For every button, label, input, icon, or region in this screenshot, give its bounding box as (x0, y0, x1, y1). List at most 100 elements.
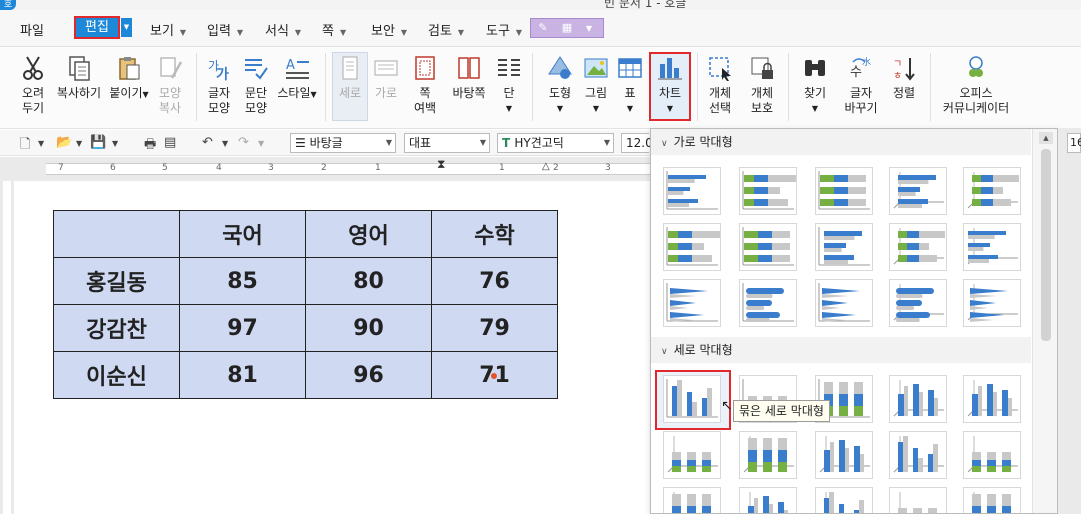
chart-type-option[interactable] (963, 375, 1021, 423)
para-shape-button[interactable]: 문단 모양 (238, 54, 274, 116)
chart-type-option[interactable] (815, 167, 873, 215)
table-cell[interactable]: 96 (305, 351, 432, 399)
font-select[interactable]: T HY견고딕 ▼ (497, 133, 614, 153)
table-cell[interactable]: 76 (431, 257, 558, 305)
shape-button[interactable]: 도형 ▼ (544, 54, 576, 116)
scroll-up-icon[interactable]: ▲ (1039, 132, 1053, 144)
table-cell[interactable]: 79 (431, 304, 558, 352)
office-communicator-button[interactable]: 오피스 커뮤니케이터 (938, 54, 1014, 116)
score-table[interactable]: 국어 영어 수학 홍길동 85 80 76 강감찬 97 90 79 이순신 8… (53, 210, 558, 399)
indent-marker-icon[interactable]: ⧗ (437, 157, 445, 172)
table-cell[interactable]: 81 (179, 351, 306, 399)
menu-tools[interactable]: 도구 ▼ (486, 20, 522, 39)
menu-security[interactable]: 보안 ▼ (371, 20, 407, 39)
sort-button[interactable]: ㄱㅎ 정렬 (888, 54, 920, 101)
chart-type-option[interactable] (889, 431, 947, 479)
chart-type-option[interactable] (889, 223, 947, 271)
chart-type-option[interactable] (739, 431, 797, 479)
chart-type-option[interactable] (663, 487, 721, 513)
menu-insert[interactable]: 입력 ▼ (207, 20, 243, 39)
chart-type-option[interactable] (889, 487, 947, 513)
menu-review[interactable]: 검토 ▼ (428, 20, 464, 39)
new-document-icon[interactable]: 🗋 (20, 135, 30, 157)
columns-button[interactable]: 단 ▼ (495, 54, 523, 116)
edit-view-icon[interactable]: ✎ (531, 19, 555, 37)
table-cell[interactable]: 80 (305, 257, 432, 305)
save-icon[interactable]: 💾 (90, 135, 106, 150)
grid-view-icon[interactable]: ▦ (555, 19, 579, 37)
menu-edit-dropdown[interactable]: ▼ (121, 18, 132, 37)
table-cell[interactable]: 홍길동 (53, 257, 180, 305)
right-size-box[interactable]: 16 (1067, 133, 1081, 153)
menu-edit[interactable]: 편집 (74, 16, 120, 39)
chart-type-option[interactable] (963, 223, 1021, 271)
chart-type-option[interactable] (963, 279, 1021, 327)
table-cell[interactable]: 국어 (179, 210, 306, 258)
table-cell[interactable]: 90 (305, 304, 432, 352)
chart-type-option[interactable] (663, 375, 721, 423)
chart-type-option[interactable] (663, 279, 721, 327)
chart-type-option[interactable] (739, 279, 797, 327)
chart-type-option[interactable] (889, 279, 947, 327)
section-vertical-bar[interactable]: ∨ 세로 막대형 (651, 337, 1031, 363)
table-cell[interactable]: 영어 (305, 210, 432, 258)
view-mode-buttons[interactable]: ✎ ▦ ▼ (530, 18, 604, 38)
scroll-thumb[interactable] (1041, 149, 1051, 341)
chart-type-option[interactable] (889, 167, 947, 215)
table-cell[interactable]: 강감찬 (53, 304, 180, 352)
table-cell[interactable]: 이순신 (53, 351, 180, 399)
chevron-down-icon[interactable]: ▼ (38, 139, 44, 148)
chart-type-option[interactable] (663, 223, 721, 271)
open-folder-icon[interactable]: 📂 (56, 135, 72, 150)
undo-icon[interactable]: ↶ (202, 135, 213, 150)
chart-type-option[interactable] (739, 167, 797, 215)
landscape-button[interactable]: 가로 (370, 54, 402, 101)
picture-button[interactable]: 그림 ▼ (580, 54, 612, 116)
table-cell[interactable] (53, 210, 180, 258)
chevron-down-icon[interactable]: ▼ (579, 20, 599, 38)
print-icon[interactable]: 🖶 (144, 135, 156, 157)
table-cell[interactable]: 97 (179, 304, 306, 352)
table-cell[interactable]: 85 (179, 257, 306, 305)
chart-type-option[interactable] (963, 431, 1021, 479)
chart-type-option[interactable] (889, 375, 947, 423)
language-select[interactable]: 대표 ▼ (404, 133, 490, 153)
table-cell[interactable]: 수학 (431, 210, 558, 258)
chart-button[interactable]: 차트 ▼ (651, 54, 689, 116)
cut-button[interactable]: 오려 두기 (14, 54, 52, 116)
object-protect-button[interactable]: 개체 보호 (744, 54, 780, 116)
font-size-input[interactable]: 12.0 (621, 133, 653, 153)
chart-type-option[interactable] (663, 431, 721, 479)
chart-type-option[interactable] (815, 487, 873, 513)
menu-view[interactable]: 보기 ▼ (150, 20, 186, 39)
page-margin-button[interactable]: 쪽 여백 (408, 54, 442, 116)
chart-type-option[interactable] (815, 279, 873, 327)
portrait-button[interactable]: 세로 (334, 54, 366, 101)
chart-type-option[interactable] (739, 487, 797, 513)
copy-button[interactable]: 복사하기 (56, 54, 102, 101)
chart-type-option[interactable] (739, 223, 797, 271)
style-button[interactable]: A 스타일▼ (277, 54, 317, 102)
chevron-down-icon[interactable]: ▼ (222, 139, 228, 148)
find-button[interactable]: 찾기 ▼ (798, 54, 832, 116)
section-horizontal-bar[interactable]: ∨ 가로 막대형 (651, 129, 1031, 155)
redo-icon[interactable]: ↷ (238, 135, 249, 150)
style-select[interactable]: ☰ 바탕글 ▼ (290, 133, 396, 153)
char-shape-button[interactable]: 가가 글자 모양 (201, 54, 237, 116)
page-bg-button[interactable]: 바탕쪽 (449, 54, 489, 101)
right-indent-icon[interactable]: △ (542, 161, 550, 172)
replace-button[interactable]: 수水 글자 바꾸기 (838, 54, 884, 116)
menu-format[interactable]: 서식 ▼ (265, 20, 301, 39)
format-copy-button[interactable]: 모양 복사 (154, 54, 186, 116)
chart-type-option[interactable] (963, 167, 1021, 215)
object-select-button[interactable]: 개체 선택 (702, 54, 738, 116)
chart-type-option[interactable] (815, 431, 873, 479)
chevron-down-icon[interactable]: ▼ (258, 139, 264, 148)
chart-type-option[interactable] (815, 223, 873, 271)
chevron-down-icon[interactable]: ▼ (76, 139, 82, 148)
chart-type-option[interactable] (663, 167, 721, 215)
print-preview-icon[interactable]: ▤ (164, 135, 176, 150)
menu-page[interactable]: 쪽 ▼ (322, 20, 346, 39)
paste-button[interactable]: 붙이기▼ (108, 54, 150, 102)
chart-type-option[interactable] (963, 487, 1021, 513)
